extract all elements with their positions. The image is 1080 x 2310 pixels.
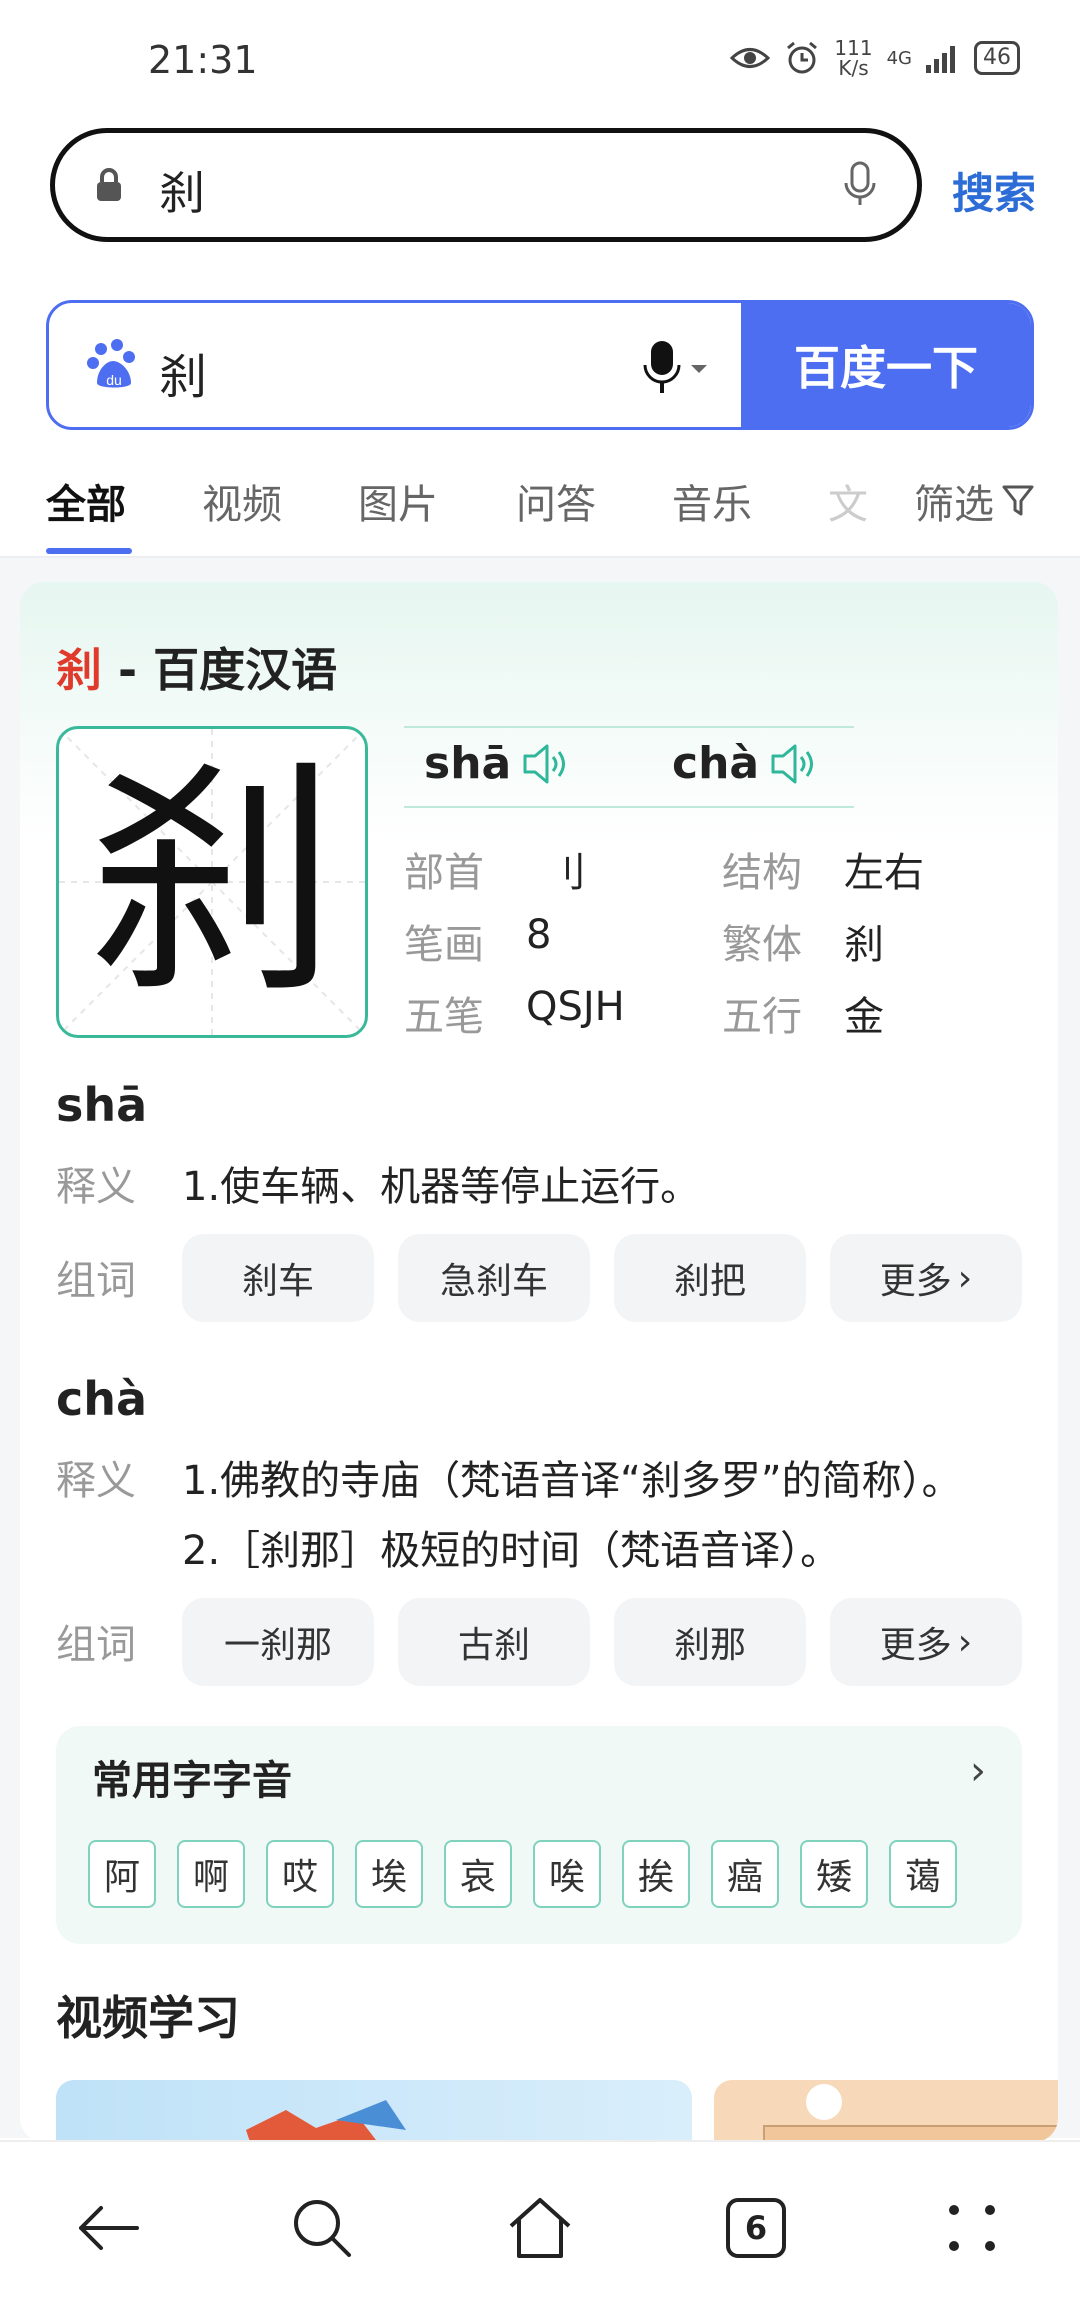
pinyin-cha[interactable]: chà bbox=[672, 738, 819, 789]
word-chip[interactable]: 急刹车 bbox=[398, 1234, 590, 1322]
common-char[interactable]: 癌 bbox=[711, 1840, 779, 1908]
meaning-text: 1.佛教的寺庙（梵语音译“刹多罗”的简称）。 bbox=[182, 1458, 962, 1504]
radical-label: 部首 bbox=[404, 850, 484, 896]
character-glyph: 刹 bbox=[87, 736, 337, 1027]
back-icon[interactable] bbox=[68, 2188, 148, 2268]
battery-indicator: 46 bbox=[974, 41, 1020, 75]
filter-button[interactable]: 筛选 bbox=[914, 472, 1034, 530]
reading-pinyin: chà bbox=[56, 1372, 148, 1426]
common-chars-title: 常用字字音 bbox=[92, 1758, 292, 1804]
baidu-paw-icon: du bbox=[87, 339, 135, 388]
tab-more-partial[interactable]: 文 bbox=[828, 472, 868, 530]
search-input[interactable]: 刹 bbox=[159, 337, 207, 407]
tab-music[interactable]: 音乐 bbox=[672, 472, 752, 530]
speaker-icon bbox=[771, 744, 814, 783]
strokes-label: 笔画 bbox=[404, 922, 484, 968]
chevron-right-icon: › bbox=[957, 1621, 973, 1663]
traditional-label: 繁体 bbox=[722, 922, 802, 968]
meaning-text: 2.［刹那］极短的时间（梵语音译）。 bbox=[182, 1528, 841, 1574]
reading-pinyin: shā bbox=[56, 1078, 148, 1132]
meaning-label: 释义 bbox=[56, 1458, 136, 1504]
common-char[interactable]: 阿 bbox=[88, 1840, 156, 1908]
wuxing-value: 金 bbox=[844, 994, 884, 1040]
result-tabs: 全部 视频 图片 问答 音乐 文 筛选 bbox=[0, 466, 1080, 556]
network-type: 4G bbox=[886, 47, 912, 69]
video-thumbnail[interactable] bbox=[56, 2080, 692, 2142]
words-label: 组词 bbox=[56, 1258, 136, 1304]
status-bar: 21:31 111 K/s 4G 46 bbox=[0, 0, 1080, 120]
character-stroke-box[interactable]: 刹 bbox=[56, 726, 368, 1038]
pinyin-bar: shā chà bbox=[404, 726, 854, 808]
common-char[interactable]: 唉 bbox=[533, 1840, 601, 1908]
card-title[interactable]: 刹 - 百度汉语 bbox=[56, 634, 337, 700]
common-char[interactable]: 哀 bbox=[444, 1840, 512, 1908]
eye-icon bbox=[730, 48, 771, 68]
more-words-button[interactable]: 更多 › bbox=[830, 1234, 1022, 1322]
strokes-value: 8 bbox=[526, 912, 552, 958]
tab-images[interactable]: 图片 bbox=[358, 472, 438, 530]
radical-value: 刂 bbox=[546, 850, 586, 896]
pinyin-sha[interactable]: shā bbox=[424, 738, 571, 789]
tab-video[interactable]: 视频 bbox=[202, 472, 282, 530]
network-speed: 111 K/s bbox=[834, 36, 873, 80]
home-icon[interactable] bbox=[500, 2188, 580, 2268]
tab-count: 6 bbox=[726, 2198, 786, 2258]
voice-search-icon[interactable] bbox=[643, 339, 713, 395]
wuxing-label: 五行 bbox=[722, 994, 802, 1040]
alarm-icon bbox=[787, 41, 818, 74]
address-query: 刹 bbox=[159, 166, 205, 220]
chevron-right-icon: › bbox=[957, 1257, 973, 1299]
status-time: 21:31 bbox=[148, 38, 258, 82]
wubi-value: QSJH bbox=[526, 984, 625, 1030]
search-icon[interactable] bbox=[282, 2188, 362, 2268]
wubi-label: 五笔 bbox=[404, 994, 484, 1040]
address-search-button[interactable]: 搜索 bbox=[952, 160, 1036, 221]
word-chip[interactable]: 古刹 bbox=[398, 1598, 590, 1686]
svg-text:du: du bbox=[106, 372, 122, 388]
word-chip[interactable]: 一刹那 bbox=[182, 1598, 374, 1686]
common-char[interactable]: 蔼 bbox=[889, 1840, 957, 1908]
tab-all[interactable]: 全部 bbox=[46, 472, 126, 530]
search-button[interactable]: 百度一下 bbox=[741, 303, 1031, 427]
common-char[interactable]: 哎 bbox=[266, 1840, 334, 1908]
more-words-button[interactable]: 更多 › bbox=[830, 1598, 1022, 1686]
common-char[interactable]: 埃 bbox=[355, 1840, 423, 1908]
meaning-label: 释义 bbox=[56, 1164, 136, 1210]
funnel-icon bbox=[1002, 485, 1034, 516]
more-menu-icon[interactable] bbox=[932, 2188, 1012, 2268]
structure-value: 左右 bbox=[844, 850, 924, 896]
structure-label: 结构 bbox=[722, 850, 802, 896]
tab-qa[interactable]: 问答 bbox=[516, 472, 596, 530]
common-char[interactable]: 啊 bbox=[177, 1840, 245, 1908]
lock-icon bbox=[97, 168, 121, 201]
status-icons: 111 K/s 4G 46 bbox=[730, 38, 1020, 78]
address-bar[interactable]: 刹 bbox=[50, 128, 922, 242]
search-box[interactable]: du 刹 百度一下 bbox=[46, 300, 1034, 430]
traditional-value: 刹 bbox=[844, 922, 884, 968]
speaker-icon bbox=[523, 744, 566, 783]
tabs-button[interactable]: 6 bbox=[716, 2188, 796, 2268]
meaning-text: 1.使车辆、机器等停止运行。 bbox=[182, 1164, 701, 1210]
dictionary-card: 刹 - 百度汉语 刹 shā chà 部首 刂 结构 左右 笔画 8 繁体 刹 … bbox=[20, 582, 1058, 2142]
bottom-nav: 6 bbox=[0, 2140, 1080, 2310]
filter-label: 筛选 bbox=[914, 482, 994, 528]
words-label: 组词 bbox=[56, 1622, 136, 1668]
common-chars-panel[interactable]: 常用字字音 › 阿 啊 哎 埃 哀 唉 挨 癌 矮 蔼 bbox=[56, 1726, 1022, 1944]
word-chip[interactable]: 刹车 bbox=[182, 1234, 374, 1322]
chevron-right-icon[interactable]: › bbox=[970, 1748, 986, 1794]
video-section-title: 视频学习 bbox=[56, 1991, 240, 2045]
word-chip[interactable]: 刹那 bbox=[614, 1598, 806, 1686]
common-char[interactable]: 挨 bbox=[622, 1840, 690, 1908]
word-chip[interactable]: 刹把 bbox=[614, 1234, 806, 1322]
active-tab-indicator bbox=[46, 548, 132, 554]
microphone-icon[interactable] bbox=[843, 161, 877, 207]
video-thumbnail[interactable] bbox=[714, 2080, 1058, 2142]
signal-icon bbox=[926, 46, 955, 73]
common-char[interactable]: 矮 bbox=[800, 1840, 868, 1908]
